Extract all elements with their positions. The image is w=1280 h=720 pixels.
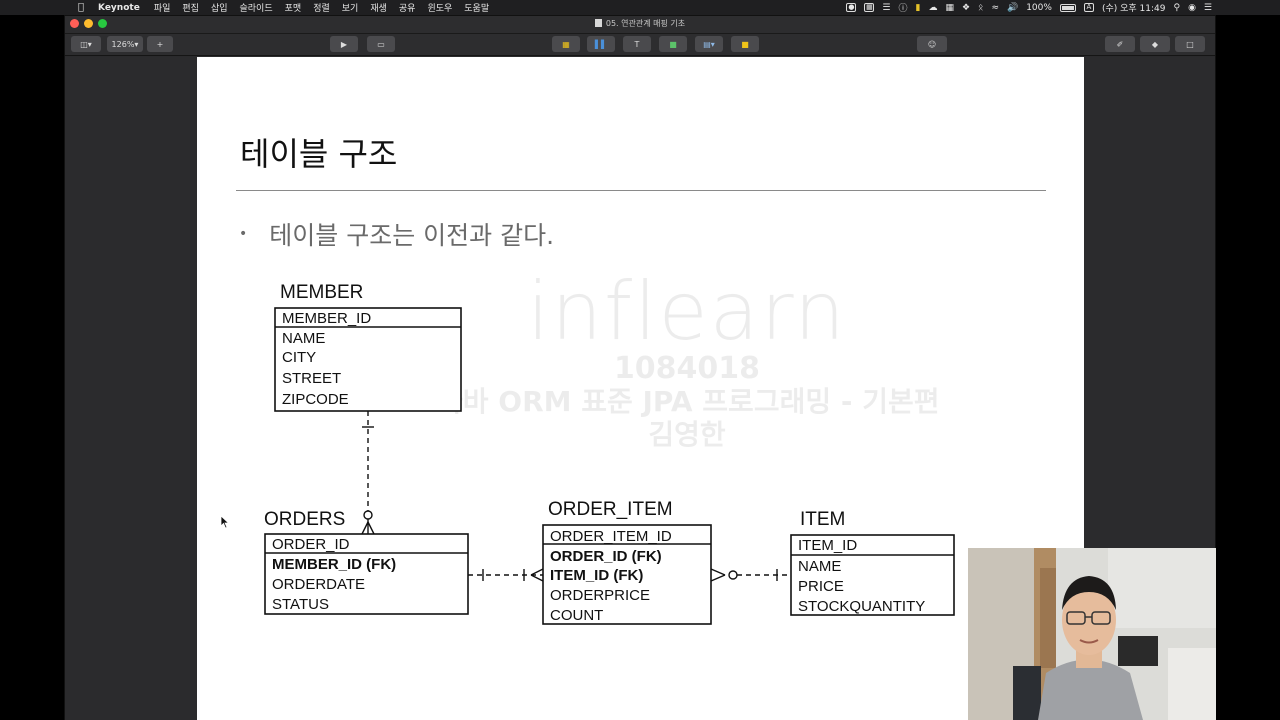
menu-arrange[interactable]: 정렬 xyxy=(313,1,330,14)
shield-icon[interactable]: ▮ xyxy=(915,3,920,13)
spotlight-icon[interactable]: ⚲ xyxy=(1173,3,1180,13)
notification-center-icon[interactable]: ☰ xyxy=(1204,3,1212,13)
orderitem-pk-field: ORDER_ITEM_ID xyxy=(550,528,672,545)
toolbar: ◫▾ 126% ▾ + ▶ ▭ ▦ ▌▌ T ■ ▤▾ ■ ☺ ✐ ◆ □ xyxy=(65,34,1215,56)
member-field: STREET xyxy=(282,370,341,387)
member-field: CITY xyxy=(282,349,316,366)
menu-file[interactable]: 파일 xyxy=(154,1,171,14)
window-title: 05. 연관관계 매핑 기초 xyxy=(65,18,1215,29)
play-icon: ▶ xyxy=(340,39,348,49)
presenter-webcam xyxy=(968,548,1216,720)
item-field: NAME xyxy=(798,558,841,575)
document-panel-icon: □ xyxy=(1186,39,1194,49)
cloud-icon[interactable]: ☁ xyxy=(928,3,937,13)
play-button[interactable]: ▶ xyxy=(330,36,358,52)
orders-pk-field: ORDER_ID xyxy=(272,536,350,553)
mouse-cursor-icon xyxy=(220,515,230,529)
display-icon: ▭ xyxy=(377,39,385,49)
battery-percent: 100% xyxy=(1026,2,1052,13)
battery-icon[interactable] xyxy=(1059,3,1076,12)
screen-record-icon[interactable]: ● xyxy=(846,3,857,12)
text-icon: T xyxy=(634,39,640,49)
table-button[interactable]: ▦ xyxy=(552,36,580,52)
table-icon: ▦ xyxy=(562,39,570,49)
orderitem-entity-label: ORDER_ITEM xyxy=(548,499,673,520)
menu-share[interactable]: 공유 xyxy=(399,1,416,14)
presenter-video-image xyxy=(968,548,1216,720)
clock[interactable]: (수) 오후 11:49 xyxy=(1102,1,1166,14)
collaborate-button[interactable]: ☺ xyxy=(917,36,947,52)
comment-icon: ■ xyxy=(741,39,749,49)
siri-icon[interactable]: ◉ xyxy=(1188,3,1196,13)
orders-fk-field: MEMBER_ID (FK) xyxy=(272,556,396,573)
animate-button[interactable]: ◆ xyxy=(1140,36,1170,52)
member-field: NAME xyxy=(282,330,325,347)
text-button[interactable]: T xyxy=(623,36,651,52)
apple-menu-icon[interactable]:  xyxy=(78,2,84,13)
view-button[interactable]: ◫▾ xyxy=(71,36,101,52)
orderitem-item-relationship xyxy=(710,568,791,582)
orders-field: ORDERDATE xyxy=(272,576,365,593)
menu-help[interactable]: 도움말 xyxy=(464,1,489,14)
menu-insert[interactable]: 삽입 xyxy=(211,1,228,14)
menu-slide[interactable]: 슬라이드 xyxy=(240,1,273,14)
app-menu[interactable]: Keynote xyxy=(98,3,140,13)
extension-icon[interactable]: ❖ xyxy=(962,3,970,13)
list-icon[interactable]: ☰ xyxy=(882,3,890,13)
shape-icon: ■ xyxy=(669,39,677,49)
comment-button[interactable]: ■ xyxy=(731,36,759,52)
item-entity-label: ITEM xyxy=(800,509,845,530)
item-field: PRICE xyxy=(798,578,844,595)
orders-field: STATUS xyxy=(272,596,329,613)
image-icon: ▤▾ xyxy=(703,39,715,49)
chart-button[interactable]: ▌▌ xyxy=(587,36,615,52)
chart-icon: ▌▌ xyxy=(594,39,608,49)
member-field: ZIPCODE xyxy=(282,391,349,408)
member-entity-label: MEMBER xyxy=(280,282,363,303)
animate-icon: ◆ xyxy=(1151,39,1159,49)
zoom-value: 126% xyxy=(111,39,135,49)
bluetooth-icon[interactable]: ᛟ xyxy=(978,3,983,13)
orders-entity-label: ORDERS xyxy=(264,509,345,530)
add-slide-button[interactable]: + xyxy=(147,36,173,52)
orderitem-fk-field: ORDER_ID (FK) xyxy=(550,548,662,565)
keynote-live-button[interactable]: ▭ xyxy=(367,36,395,52)
title-bar: 05. 연관관계 매핑 기초 xyxy=(65,16,1215,34)
orderitem-field: COUNT xyxy=(550,607,603,624)
volume-icon[interactable]: 🔊 xyxy=(1007,3,1018,13)
wifi-icon[interactable]: ≈ xyxy=(991,3,999,13)
member-pk-field: MEMBER_ID xyxy=(282,310,371,327)
document-button[interactable]: □ xyxy=(1175,36,1205,52)
member-orders-relationship xyxy=(361,411,375,535)
input-source-icon[interactable]: A xyxy=(1083,3,1094,12)
er-diagram: MEMBER MEMBER_ID NAME CITY STREET ZIPCOD… xyxy=(264,282,955,625)
format-brush-icon: ✐ xyxy=(1116,39,1124,49)
slide[interactable]: inflearn 1084018 자바 ORM 표준 JPA 프로그래밍 - 기… xyxy=(197,57,1084,720)
format-button[interactable]: ✐ xyxy=(1105,36,1135,52)
grid-icon[interactable]: ▦ xyxy=(864,3,875,12)
orderitem-fk-field: ITEM_ID (FK) xyxy=(550,567,643,584)
zoom-select[interactable]: 126% ▾ xyxy=(107,36,143,52)
app-icon[interactable]: ▦ xyxy=(945,3,954,13)
sidebar-icon: ◫▾ xyxy=(80,39,92,49)
plus-icon: + xyxy=(156,39,164,49)
screen:  Keynote 파일 편집 삽입 슬라이드 포맷 정렬 보기 재생 공유 윈… xyxy=(0,0,1280,720)
orders-orderitem-relationship xyxy=(468,568,544,582)
menu-edit[interactable]: 편집 xyxy=(182,1,199,14)
media-button[interactable]: ▤▾ xyxy=(695,36,723,52)
menu-play[interactable]: 재생 xyxy=(370,1,387,14)
info-icon[interactable]: ⓘ xyxy=(898,1,907,14)
item-pk-field: ITEM_ID xyxy=(798,537,857,554)
orderitem-field: ORDERPRICE xyxy=(550,587,650,604)
menu-window[interactable]: 윈도우 xyxy=(427,1,452,14)
item-field: STOCKQUANTITY xyxy=(798,598,925,615)
menu-view[interactable]: 보기 xyxy=(342,1,359,14)
menu-format[interactable]: 포맷 xyxy=(285,1,302,14)
document-icon xyxy=(594,19,602,27)
shape-button[interactable]: ■ xyxy=(659,36,687,52)
document-title: 05. 연관관계 매핑 기초 xyxy=(605,19,686,28)
collaborate-icon: ☺ xyxy=(927,39,937,49)
menu-bar:  Keynote 파일 편집 삽입 슬라이드 포맷 정렬 보기 재생 공유 윈… xyxy=(0,0,1280,15)
